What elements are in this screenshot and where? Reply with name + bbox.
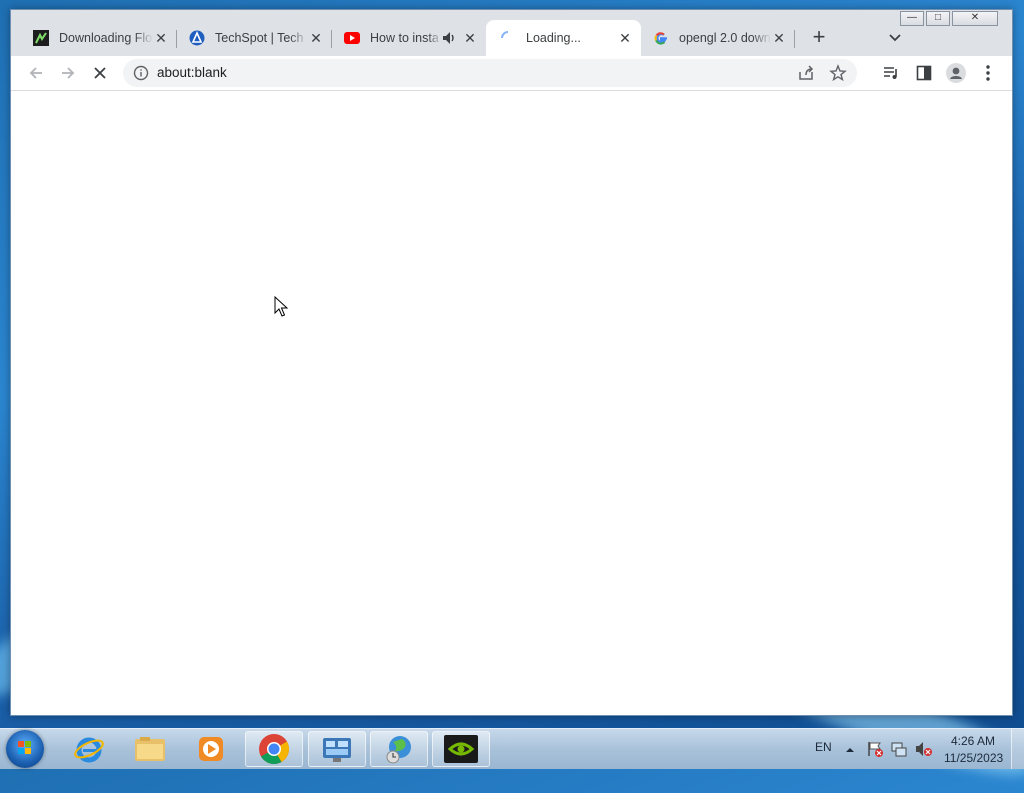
taskbar-internet-explorer[interactable] bbox=[60, 731, 118, 767]
address-bar[interactable]: about:blank bbox=[123, 59, 857, 87]
window-controls: — □ ✕ bbox=[898, 11, 998, 26]
avatar bbox=[946, 63, 966, 83]
share-icon[interactable] bbox=[797, 64, 815, 87]
url-text[interactable]: about:blank bbox=[157, 65, 227, 80]
tab-title: Downloading Flo bbox=[59, 31, 153, 45]
windows-logo-icon bbox=[18, 741, 31, 754]
taskbar-windows-explorer[interactable] bbox=[121, 731, 179, 767]
tab-techspot[interactable]: TechSpot | Tech E ✕ bbox=[177, 20, 332, 56]
arrow-right-icon bbox=[62, 67, 75, 79]
browser-window: — □ ✕ Downloading Flo ✕ TechSpot | Tech … bbox=[10, 9, 1013, 716]
action-center-flag-icon[interactable] bbox=[866, 740, 884, 763]
close-tab-icon[interactable]: ✕ bbox=[771, 30, 787, 46]
close-window-button[interactable]: ✕ bbox=[952, 11, 998, 26]
profile-button[interactable] bbox=[945, 62, 967, 84]
language-indicator[interactable]: EN bbox=[815, 740, 832, 754]
new-tab-button[interactable]: + bbox=[807, 26, 831, 50]
volume-muted-icon[interactable] bbox=[914, 740, 934, 763]
clock-date[interactable]: 11/25/2023 bbox=[944, 751, 1003, 765]
playlist-icon bbox=[884, 67, 897, 79]
tab-loading[interactable]: Loading... ✕ bbox=[486, 20, 641, 56]
back-button[interactable] bbox=[25, 62, 47, 84]
tab-youtube[interactable]: How to insta ✕ bbox=[332, 20, 486, 56]
tab-search-button[interactable] bbox=[885, 28, 905, 48]
side-panel-button[interactable] bbox=[913, 62, 935, 84]
side-panel-icon bbox=[916, 65, 932, 81]
stop-loading-button[interactable] bbox=[89, 62, 111, 84]
close-tab-icon[interactable]: ✕ bbox=[308, 30, 324, 46]
close-tab-icon[interactable]: ✕ bbox=[617, 30, 633, 46]
tab-separator bbox=[794, 30, 795, 48]
nvidia-icon bbox=[444, 735, 478, 763]
info-icon[interactable] bbox=[133, 65, 149, 81]
globe-icon bbox=[386, 736, 411, 764]
minimize-button[interactable]: — bbox=[900, 11, 924, 26]
page-content[interactable] bbox=[11, 91, 1012, 715]
menu-button[interactable] bbox=[977, 62, 999, 84]
tab-strip: — □ ✕ Downloading Flo ✕ TechSpot | Tech … bbox=[11, 10, 1012, 56]
show-desktop-button[interactable] bbox=[1011, 729, 1024, 769]
taskbar-control-panel[interactable] bbox=[308, 731, 366, 767]
show-hidden-icons-button[interactable] bbox=[845, 742, 855, 760]
network-status-icon[interactable] bbox=[890, 740, 908, 763]
browser-toolbar: about:blank bbox=[11, 56, 1012, 91]
chrome-icon bbox=[259, 734, 290, 765]
tab-title: opengl 2.0 down bbox=[679, 31, 771, 45]
media-player-icon bbox=[199, 737, 223, 761]
mouse-cursor-icon bbox=[274, 295, 289, 323]
chevron-up-icon bbox=[846, 748, 854, 752]
google-icon bbox=[653, 30, 669, 46]
folder-icon bbox=[135, 737, 165, 761]
tab-google-search[interactable]: opengl 2.0 down ✕ bbox=[641, 20, 795, 56]
clock-time[interactable]: 4:26 AM bbox=[951, 734, 995, 748]
forward-button[interactable] bbox=[57, 62, 79, 84]
media-control-button[interactable] bbox=[880, 62, 902, 84]
loading-spinner-icon bbox=[500, 30, 516, 46]
close-icon bbox=[94, 67, 106, 79]
audio-playing-icon[interactable] bbox=[442, 31, 458, 45]
bookmark-star-icon[interactable] bbox=[829, 64, 847, 87]
tab-title: TechSpot | Tech E bbox=[215, 31, 308, 45]
tab-title: Loading... bbox=[526, 31, 581, 45]
start-button[interactable] bbox=[6, 730, 44, 768]
youtube-icon bbox=[344, 30, 360, 46]
kebab-menu-icon bbox=[986, 65, 990, 81]
flo-app-icon bbox=[33, 30, 49, 46]
taskbar-media-player[interactable] bbox=[182, 731, 240, 767]
close-tab-icon[interactable]: ✕ bbox=[462, 30, 478, 46]
taskbar-google-chrome[interactable] bbox=[245, 731, 303, 767]
tab-downloading[interactable]: Downloading Flo ✕ bbox=[21, 20, 177, 56]
taskbar: EN 4:26 AM 11/25/2023 bbox=[0, 728, 1024, 769]
taskbar-nvidia[interactable] bbox=[432, 731, 490, 767]
close-tab-icon[interactable]: ✕ bbox=[153, 30, 169, 46]
arrow-left-icon bbox=[29, 67, 42, 79]
taskbar-network[interactable] bbox=[370, 731, 428, 767]
maximize-button[interactable]: □ bbox=[926, 11, 950, 26]
techspot-icon bbox=[189, 30, 205, 46]
chevron-down-icon bbox=[889, 34, 901, 42]
control-panel-icon bbox=[323, 738, 351, 762]
tab-title: How to insta bbox=[370, 31, 439, 45]
internet-explorer-icon bbox=[74, 737, 104, 763]
